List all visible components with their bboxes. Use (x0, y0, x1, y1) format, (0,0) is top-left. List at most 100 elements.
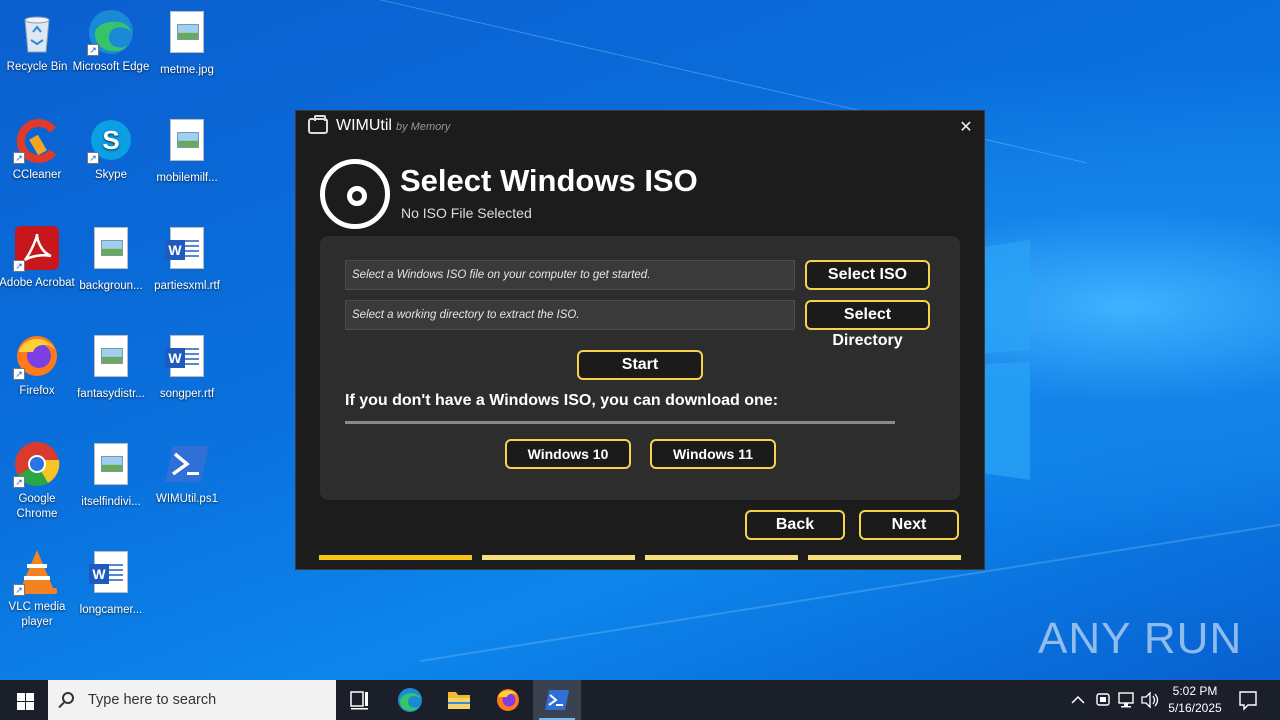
start-button[interactable] (0, 680, 48, 720)
next-button[interactable]: Next (859, 510, 959, 540)
desktop-icon-background[interactable]: backgroun... (71, 224, 151, 294)
desktop-icon-songper[interactable]: W songper.rtf (147, 332, 227, 402)
taskbar-file-explorer-button[interactable] (435, 680, 483, 720)
recycle-bin-icon (13, 8, 61, 56)
iso-path-field[interactable]: Select a Windows ISO file on your comput… (345, 260, 795, 290)
taskbar: Type here to search 5:02 PM 5/16/2025 (0, 680, 1280, 720)
taskbar-powershell-button[interactable] (533, 680, 581, 720)
desktop-icon-label: songper.rtf (159, 388, 215, 400)
powershell-script-icon (163, 440, 211, 488)
word-document-icon: W (163, 335, 211, 383)
desktop-icon-ccleaner[interactable]: ↗ CCleaner (0, 116, 77, 183)
device-icon (1096, 693, 1110, 706)
section-divider (345, 421, 895, 424)
desktop-icon-label: CCleaner (12, 169, 62, 181)
desktop-icon-acrobat[interactable]: ↗ Adobe Acrobat (0, 224, 77, 291)
iso-status-text: No ISO File Selected (401, 205, 532, 221)
image-file-icon (87, 443, 135, 491)
desktop-icon-skype[interactable]: S ↗ Skype (71, 116, 151, 183)
volume-button[interactable] (1139, 680, 1161, 720)
desktop-icon-label: Microsoft Edge (72, 61, 150, 73)
task-view-button[interactable] (336, 680, 384, 720)
desktop-icon-chrome[interactable]: ↗ Google Chrome (0, 440, 77, 522)
desktop-icon-firefox[interactable]: ↗ Firefox (0, 332, 77, 399)
taskbar-edge-button[interactable] (386, 680, 434, 720)
notification-icon (1239, 691, 1257, 711)
desktop-icon-label: VLC media player (8, 601, 66, 628)
shortcut-arrow-icon: ↗ (13, 152, 25, 164)
clock-time: 5:02 PM (1172, 684, 1218, 698)
step-indicator-1 (319, 555, 472, 560)
desktop-icon-label: Google Chrome (16, 493, 58, 520)
show-hidden-icons-button[interactable] (1068, 680, 1088, 720)
desktop-icon-metme[interactable]: metme.jpg (147, 8, 227, 78)
clock-date: 5/16/2025 (1168, 701, 1222, 715)
desktop-icon-wimutil-ps1[interactable]: WIMUtil.ps1 (147, 440, 227, 507)
wimutil-window: WIMUtil by Memory ✕ Select Windows ISO No… (295, 110, 985, 570)
desktop-icon-label: WIMUtil.ps1 (156, 493, 218, 505)
search-icon (62, 692, 74, 704)
anyrun-watermark: ANY RUN (1038, 614, 1243, 663)
windows-start-icon (17, 693, 25, 701)
shortcut-arrow-icon: ↗ (13, 476, 25, 488)
desktop-icon-label: Firefox (19, 385, 55, 397)
working-directory-field[interactable]: Select a working directory to extract th… (345, 300, 795, 330)
shortcut-arrow-icon: ↗ (13, 368, 25, 380)
taskbar-firefox-button[interactable] (484, 680, 532, 720)
window-title-text: WIMUtil (336, 117, 392, 134)
iso-selection-panel: Select a Windows ISO file on your comput… (320, 236, 960, 500)
taskbar-search-box[interactable]: Type here to search (48, 680, 336, 720)
volume-icon (1141, 691, 1159, 709)
step-indicator-2 (482, 555, 635, 560)
acrobat-icon: ↗ (13, 224, 61, 272)
windows-start-icon-tile (26, 693, 34, 701)
step-indicator-4 (808, 555, 961, 560)
close-button[interactable]: ✕ (954, 115, 978, 139)
skype-icon: S ↗ (87, 116, 135, 164)
edge-icon (398, 688, 422, 712)
desktop-icon-label: metme.jpg (160, 64, 214, 76)
powershell-icon (545, 690, 569, 710)
desktop-icon-fantasydistr[interactable]: fantasydistr... (71, 332, 151, 402)
shortcut-arrow-icon: ↗ (13, 260, 25, 272)
word-document-icon: W (163, 227, 211, 275)
firefox-icon (497, 689, 519, 711)
desktop-icon-label: Adobe Acrobat (0, 277, 75, 289)
desktop-icon-longcamer[interactable]: W longcamer... (71, 548, 151, 618)
windows-11-download-button[interactable]: Windows 11 (650, 439, 776, 469)
image-file-icon (87, 227, 135, 275)
desktop-icon-partiesxml[interactable]: W partiesxml.rtf (147, 224, 227, 294)
svg-text:S: S (102, 125, 119, 155)
start-button[interactable]: Start (577, 350, 703, 380)
windows-10-download-button[interactable]: Windows 10 (505, 439, 631, 469)
shortcut-arrow-icon: ↗ (87, 152, 99, 164)
desktop-icon-recycle-bin[interactable]: Recycle Bin (0, 8, 77, 75)
ccleaner-icon: ↗ (13, 116, 61, 164)
desktop-icon-mobilemilf[interactable]: mobilemilf... (147, 116, 227, 186)
desktop-icon-edge[interactable]: ↗ Microsoft Edge (71, 8, 151, 75)
network-button[interactable] (1115, 680, 1137, 720)
download-prompt: If you don't have a Windows ISO, you can… (345, 392, 779, 409)
file-explorer-icon (448, 692, 470, 709)
toolbox-icon (308, 115, 328, 134)
page-title: Select Windows ISO (400, 163, 698, 198)
desktop-icon-itselfindivi[interactable]: itselfindivi... (71, 440, 151, 510)
edge-icon: ↗ (87, 8, 135, 56)
desktop-icon-label: longcamer... (79, 604, 143, 616)
action-center-button[interactable] (1234, 680, 1262, 720)
window-title: WIMUtil by Memory (336, 117, 450, 135)
select-directory-button[interactable]: Select Directory (805, 300, 930, 349)
windows-start-icon-tile (26, 702, 34, 710)
back-button[interactable]: Back (745, 510, 845, 540)
tray-device-button[interactable] (1092, 680, 1114, 720)
image-file-icon (87, 335, 135, 383)
vlc-icon: ↗ (13, 548, 61, 596)
desktop-icon-label: itselfindivi... (81, 496, 141, 508)
desktop-icon-vlc[interactable]: ↗ VLC media player (0, 548, 77, 630)
taskbar-clock[interactable]: 5:02 PM 5/16/2025 (1160, 683, 1230, 717)
window-titlebar[interactable]: WIMUtil by Memory ✕ (296, 111, 984, 143)
window-subtitle: by Memory (395, 121, 451, 133)
chrome-icon: ↗ (13, 440, 61, 488)
firefox-icon: ↗ (13, 332, 61, 380)
select-iso-button[interactable]: Select ISO (805, 260, 930, 290)
